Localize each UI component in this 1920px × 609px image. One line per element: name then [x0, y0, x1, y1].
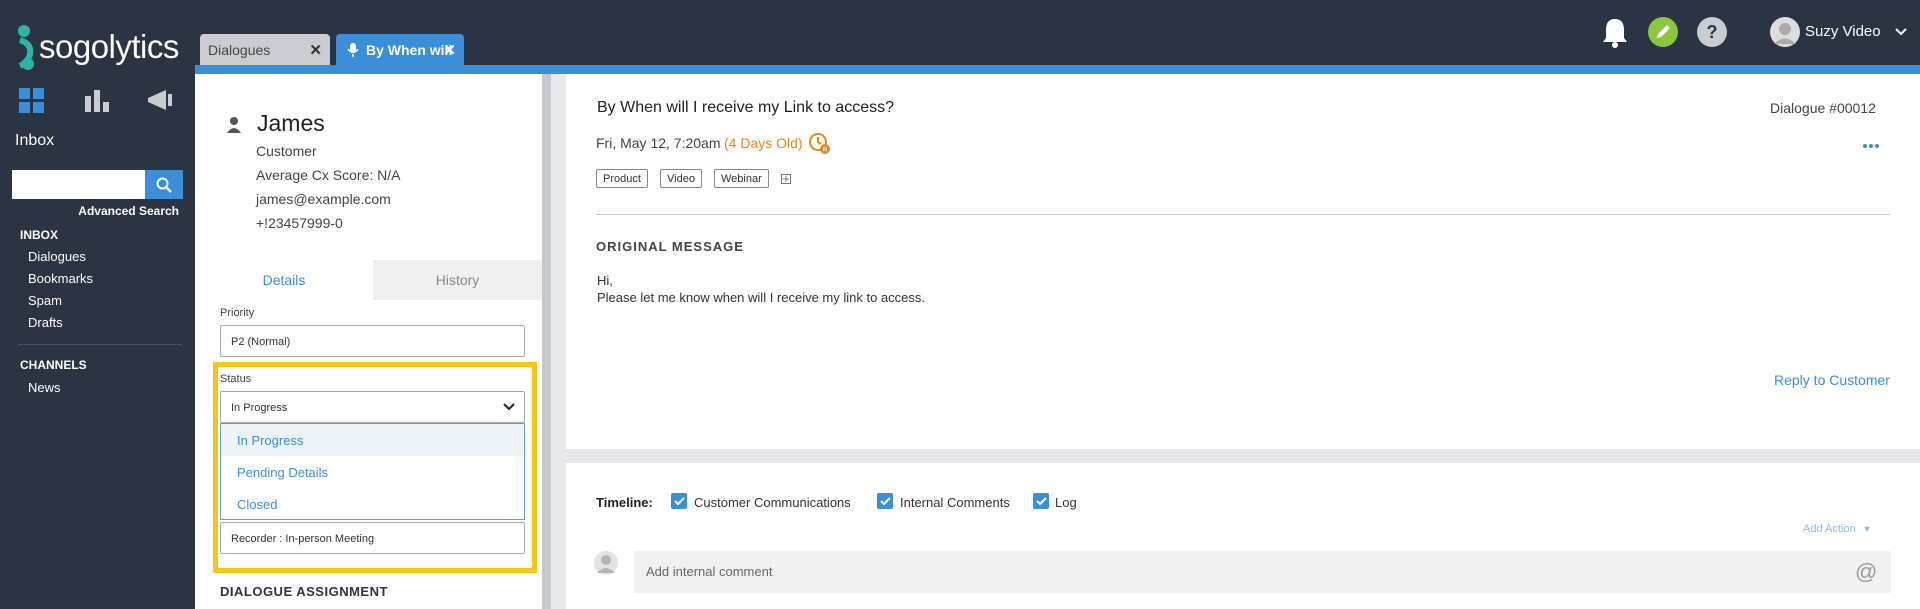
contact-cx-score: Average Cx Score: N/A	[256, 167, 401, 183]
add-action-label: Add Action	[1803, 523, 1856, 535]
dashboard-icon[interactable]	[19, 88, 45, 114]
status-select[interactable]: In Progress	[220, 391, 525, 423]
contact-role: Customer	[256, 143, 317, 159]
priority-select[interactable]: P2 (Normal)	[220, 325, 525, 357]
pencil-icon[interactable]	[1648, 17, 1678, 47]
mention-icon[interactable]: @	[1855, 559, 1877, 585]
inbox-section-heading: INBOX	[20, 228, 59, 242]
contact-email: james@example.com	[256, 191, 391, 207]
channels-section-heading: CHANNELS	[20, 358, 87, 372]
checkmark-icon	[673, 496, 685, 505]
tab-strip	[195, 65, 1920, 74]
log-label: Log	[1055, 495, 1077, 510]
customer-communications-checkbox[interactable]	[671, 493, 687, 509]
contact-name: James	[257, 110, 325, 136]
tab-by-when-will[interactable]: By When will ✕	[336, 34, 464, 65]
comment-input[interactable]: Add internal comment	[634, 551, 1891, 593]
inbox-title: Inbox	[15, 132, 55, 149]
brand-name: sogolytics	[39, 28, 179, 65]
status-option-pending-details[interactable]: Pending Details	[221, 456, 524, 488]
dialogue-number: Dialogue #00012	[1770, 100, 1876, 116]
internal-comments-label: Internal Comments	[900, 495, 1010, 510]
dialogue-subject: By When will I receive my Link to access…	[597, 99, 894, 116]
microphone-icon	[347, 42, 359, 57]
advanced-search-link[interactable]: Advanced Search	[0, 204, 179, 218]
tag-chip[interactable]: Video	[660, 169, 702, 188]
nav-item-news[interactable]: News	[28, 380, 61, 395]
nav-divider	[18, 344, 182, 345]
caret-down-icon: ▼	[1862, 524, 1872, 534]
add-action-button[interactable]: Add Action ▼	[1803, 523, 1872, 535]
bell-icon[interactable]	[1601, 16, 1629, 48]
status-dropdown-list: In Progress Pending Details Closed	[220, 423, 525, 520]
dialogue-panel	[566, 74, 1920, 449]
megaphone-icon[interactable]	[146, 88, 176, 114]
nav-item-dialogues[interactable]: Dialogues	[28, 249, 86, 264]
status-label: Status	[220, 373, 252, 385]
help-icon[interactable]: ?	[1697, 17, 1727, 47]
nav-item-drafts[interactable]: Drafts	[28, 315, 63, 330]
person-icon	[227, 117, 241, 133]
dialogue-date: Fri, May 12, 7:20am	[596, 135, 721, 151]
contact-phone: +!23457999-0	[256, 215, 343, 231]
avatar	[594, 551, 618, 575]
log-checkbox[interactable]	[1033, 493, 1049, 509]
scrollbar[interactable]	[542, 74, 551, 609]
dialogue-age: (4 Days Old)	[724, 135, 803, 151]
customer-communications-label: Customer Communications	[694, 495, 851, 510]
panel-gap	[551, 74, 566, 609]
user-avatar[interactable]	[1770, 17, 1800, 47]
tab-details[interactable]: Details	[195, 260, 373, 300]
message-line: Hi,	[597, 273, 613, 288]
user-name[interactable]: Suzy Video	[1805, 23, 1881, 40]
status-value: In Progress	[231, 402, 288, 414]
dialogue-assignment-heading: DIALOGUE ASSIGNMENT	[220, 584, 388, 599]
original-message-heading: ORIGINAL MESSAGE	[596, 239, 744, 254]
checkmark-icon	[1035, 496, 1047, 505]
checkmark-icon	[879, 496, 891, 505]
clock-paused-icon	[809, 133, 830, 154]
status-option-in-progress[interactable]: In Progress	[221, 424, 524, 456]
more-options-icon[interactable]	[1863, 144, 1879, 148]
search-icon	[156, 177, 172, 193]
svg-text:?: ?	[1707, 22, 1718, 42]
internal-comments-checkbox[interactable]	[877, 493, 893, 509]
tag-chip[interactable]: Product	[596, 169, 648, 188]
chevron-down-icon[interactable]	[503, 403, 515, 411]
reply-to-customer-link[interactable]: Reply to Customer	[1774, 372, 1890, 388]
tab-dialogues[interactable]: Dialogues ✕	[200, 34, 330, 65]
timeline-label: Timeline:	[596, 495, 653, 510]
bar-chart-icon[interactable]	[84, 88, 110, 114]
close-icon[interactable]: ✕	[309, 41, 322, 59]
priority-label: Priority	[220, 307, 255, 319]
tab-label: Dialogues	[208, 41, 271, 58]
logo-icon	[18, 25, 34, 70]
status-option-closed[interactable]: Closed	[221, 488, 524, 520]
add-tag-icon[interactable]	[781, 174, 791, 184]
tab-label: By When will	[366, 41, 453, 58]
tab-history[interactable]: History	[373, 260, 542, 300]
recorder-select[interactable]: Recorder : In-person Meeting	[220, 522, 525, 554]
divider	[596, 214, 1890, 215]
nav-item-bookmarks[interactable]: Bookmarks	[28, 271, 93, 286]
message-line: Please let me know when will I receive m…	[597, 290, 926, 305]
tag-chip[interactable]: Webinar	[714, 169, 769, 188]
chevron-down-icon[interactable]	[1895, 28, 1907, 36]
search-button[interactable]	[145, 170, 183, 199]
close-icon[interactable]: ✕	[443, 41, 456, 59]
search-input[interactable]	[12, 170, 145, 199]
nav-item-spam[interactable]: Spam	[28, 293, 62, 308]
